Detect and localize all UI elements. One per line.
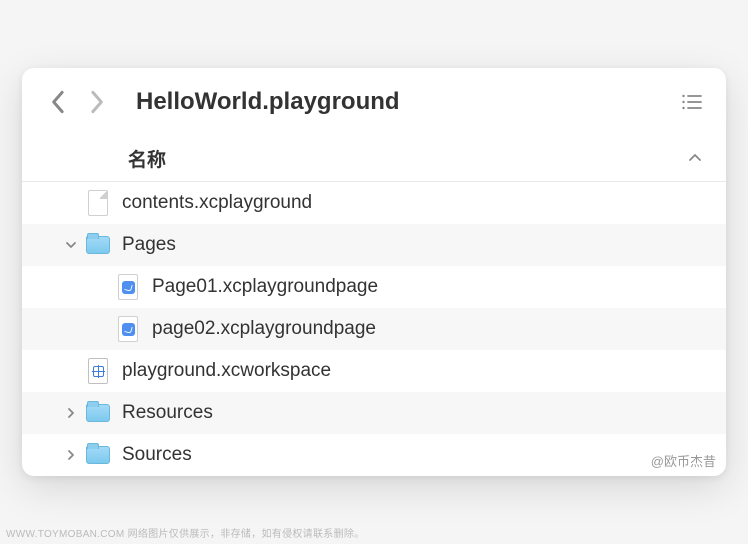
swift-file-icon <box>118 274 138 300</box>
file-name-label: contents.xcplayground <box>122 192 312 214</box>
forward-button[interactable] <box>80 86 112 118</box>
watermark: @欧币杰昔 <box>651 451 716 470</box>
file-name-label: Page01.xcplaygroundpage <box>152 276 378 298</box>
folder-icon <box>86 404 110 422</box>
file-name-label: Resources <box>122 402 213 424</box>
window-title: HelloWorld.playground <box>136 88 400 116</box>
back-button[interactable] <box>42 86 74 118</box>
swift-file-icon <box>118 316 138 342</box>
file-row[interactable]: Page01.xcplaygroundpage <box>22 266 726 308</box>
file-row[interactable]: page02.xcplaygroundpage <box>22 308 726 350</box>
chevron-right-icon <box>65 407 77 419</box>
disclosure-toggle[interactable] <box>60 234 82 256</box>
view-options-button[interactable] <box>678 88 706 116</box>
file-row[interactable]: Pages <box>22 224 726 266</box>
file-name-label: page02.xcplaygroundpage <box>152 318 376 340</box>
disclosure-toggle[interactable] <box>60 444 82 466</box>
folder-icon <box>86 446 110 464</box>
file-row[interactable]: contents.xcplayground <box>22 182 726 224</box>
folder-icon <box>86 236 110 254</box>
finder-window: HelloWorld.playground 名称 contents.xcplay… <box>22 68 726 476</box>
disclosure-toggle[interactable] <box>60 402 82 424</box>
file-name-label: Sources <box>122 444 192 466</box>
file-row[interactable]: Resources <box>22 392 726 434</box>
file-row[interactable]: Sources <box>22 434 726 476</box>
footer-note: WWW.TOYMOBAN.COM 网络图片仅供展示，非存储，如有侵权请联系删除。 <box>6 525 746 540</box>
list-icon <box>681 93 703 111</box>
file-name-label: playground.xcworkspace <box>122 360 331 382</box>
chevron-right-icon <box>65 449 77 461</box>
xcworkspace-icon <box>88 358 108 384</box>
chevron-down-icon <box>65 239 77 251</box>
column-name-label: 名称 <box>128 145 166 172</box>
chevron-right-icon <box>89 90 104 114</box>
chevron-up-icon <box>688 153 702 163</box>
sort-indicator[interactable] <box>688 150 702 168</box>
column-header[interactable]: 名称 <box>22 136 726 182</box>
chevron-left-icon <box>51 90 66 114</box>
file-list: contents.xcplayground Pages Page01.xcplayg… <box>22 182 726 476</box>
file-icon <box>88 190 108 216</box>
file-name-label: Pages <box>122 234 176 256</box>
toolbar: HelloWorld.playground <box>22 68 726 136</box>
file-row[interactable]: playground.xcworkspace <box>22 350 726 392</box>
